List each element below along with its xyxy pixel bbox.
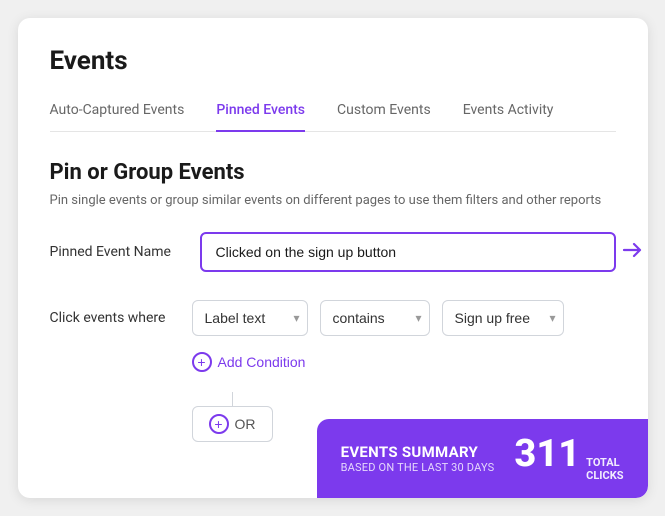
page-title: Events bbox=[50, 46, 616, 76]
pinned-event-label: Pinned Event Name bbox=[50, 244, 180, 260]
field-select[interactable]: Label text Button text URL Element ID bbox=[192, 300, 308, 336]
add-condition-plus-icon: + bbox=[192, 352, 212, 372]
pinned-event-input[interactable] bbox=[200, 232, 616, 272]
or-top-line bbox=[232, 392, 233, 406]
events-summary-banner: Events Summary Based on the last 30 days… bbox=[317, 419, 648, 498]
tab-events-activity[interactable]: Events Activity bbox=[463, 94, 554, 132]
tab-pinned-events[interactable]: Pinned Events bbox=[216, 94, 305, 132]
tab-auto-captured[interactable]: Auto-Captured Events bbox=[50, 94, 185, 132]
content-section: Pin or Group Events Pin single events or… bbox=[18, 132, 648, 466]
or-plus-icon: + bbox=[209, 414, 229, 434]
add-condition-row: + Add Condition bbox=[192, 352, 616, 372]
tab-custom-events[interactable]: Custom Events bbox=[337, 94, 431, 132]
summary-text-block: Events Summary Based on the last 30 days bbox=[341, 443, 495, 474]
value-select[interactable]: Sign up free Sign up Get started bbox=[442, 300, 564, 336]
add-condition-label: Add Condition bbox=[218, 354, 306, 370]
click-events-row: Click events where Label text Button tex… bbox=[50, 300, 616, 336]
summary-subtitle: Based on the last 30 days bbox=[341, 461, 495, 474]
summary-count: 311 bbox=[514, 435, 580, 473]
operator-select-wrapper: contains equals starts with ends with ▾ bbox=[320, 300, 430, 336]
arrow-icon bbox=[622, 241, 644, 263]
pinned-event-input-wrapper bbox=[200, 232, 616, 272]
tabs-nav: Auto-Captured Events Pinned Events Custo… bbox=[50, 94, 616, 132]
summary-count-block: 311 TOTALCLICKS bbox=[514, 435, 623, 482]
value-select-wrapper: Sign up free Sign up Get started ▾ bbox=[442, 300, 564, 336]
operator-select[interactable]: contains equals starts with ends with bbox=[320, 300, 430, 336]
summary-title: Events Summary bbox=[341, 443, 495, 461]
main-card: Events Auto-Captured Events Pinned Event… bbox=[18, 18, 648, 498]
pinned-event-row: Pinned Event Name bbox=[50, 232, 616, 272]
section-title: Pin or Group Events bbox=[50, 160, 616, 185]
add-condition-button[interactable]: + Add Condition bbox=[192, 352, 306, 372]
header-section: Events Auto-Captured Events Pinned Event… bbox=[18, 18, 648, 132]
or-label: OR bbox=[235, 416, 256, 432]
summary-count-label: TOTALCLICKS bbox=[586, 456, 623, 482]
or-button[interactable]: + OR bbox=[192, 406, 273, 442]
section-description: Pin single events or group similar event… bbox=[50, 193, 616, 208]
field-select-wrapper: Label text Button text URL Element ID ▾ bbox=[192, 300, 308, 336]
click-events-label: Click events where bbox=[50, 310, 180, 326]
